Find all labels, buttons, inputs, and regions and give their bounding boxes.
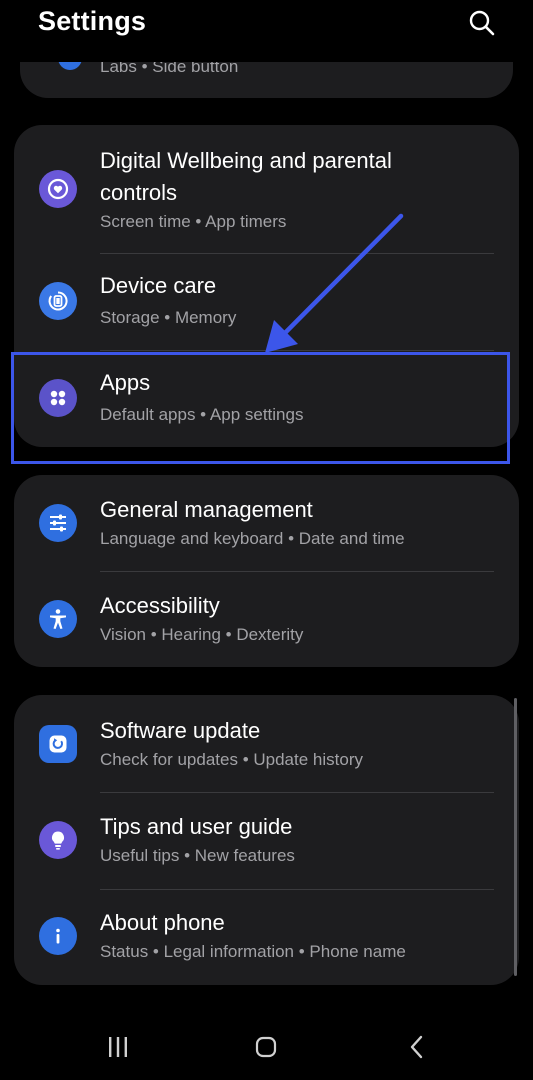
- settings-item-subtitle: Screen time • App timers: [100, 212, 287, 231]
- apps-icon: [39, 379, 77, 417]
- info-icon: [39, 917, 77, 955]
- device-care-icon: [39, 282, 77, 320]
- settings-item-apps[interactable]: Apps Default apps • App settings: [14, 351, 519, 447]
- settings-item-title-line2: controls: [100, 180, 178, 205]
- settings-item-subtitle: Default apps • App settings: [100, 405, 304, 424]
- settings-item-title: Apps: [100, 370, 151, 395]
- scrollbar[interactable]: [514, 698, 517, 976]
- settings-item-title: About phone: [100, 910, 225, 935]
- settings-item-general-management[interactable]: General management Language and keyboard…: [14, 475, 519, 571]
- digital-wellbeing-icon: [39, 170, 77, 208]
- settings-item-accessibility[interactable]: Accessibility Vision • Hearing • Dexteri…: [14, 572, 519, 667]
- settings-group-1: Digital Wellbeing and parental controls …: [14, 125, 519, 447]
- settings-item-tips[interactable]: Tips and user guide Useful tips • New fe…: [14, 793, 519, 889]
- settings-group-2: General management Language and keyboard…: [14, 475, 519, 667]
- accessibility-icon: [39, 600, 77, 638]
- tips-lightbulb-icon: [39, 821, 77, 859]
- settings-item-device-care[interactable]: Device care Storage • Memory: [14, 254, 519, 350]
- general-management-icon: [39, 504, 77, 542]
- settings-item-title: Tips and user guide: [100, 814, 293, 839]
- settings-item-subtitle: Useful tips • New features: [100, 846, 295, 865]
- back-icon[interactable]: [397, 1032, 437, 1062]
- settings-item-digital-wellbeing[interactable]: Digital Wellbeing and parental controls …: [14, 125, 519, 239]
- settings-group-3: Software update Check for updates • Upda…: [14, 695, 519, 985]
- system-navigation-bar: [0, 1010, 533, 1080]
- settings-item-title: General management: [100, 497, 313, 522]
- settings-item-subtitle: Check for updates • Update history: [100, 750, 363, 769]
- software-update-icon: [39, 725, 77, 763]
- home-icon[interactable]: [246, 1032, 286, 1062]
- settings-item-title: Digital Wellbeing and parental: [100, 148, 392, 173]
- recent-apps-icon[interactable]: [98, 1032, 138, 1062]
- settings-item-title: Software update: [100, 718, 261, 743]
- settings-item-software-update[interactable]: Software update Check for updates • Upda…: [14, 695, 519, 792]
- settings-item-title: Accessibility: [100, 593, 220, 618]
- page-title: Settings: [38, 6, 147, 36]
- app-header: Settings: [0, 0, 533, 62]
- settings-item-about-phone[interactable]: About phone Status • Legal information •…: [14, 890, 519, 985]
- settings-item-subtitle: Language and keyboard • Date and time: [100, 529, 405, 548]
- settings-item-title: Device care: [100, 273, 217, 298]
- settings-item-subtitle: Storage • Memory: [100, 308, 237, 327]
- settings-item-subtitle: Vision • Hearing • Dexterity: [100, 625, 304, 644]
- search-icon[interactable]: [468, 9, 496, 37]
- settings-item-subtitle: Status • Legal information • Phone name: [100, 942, 406, 961]
